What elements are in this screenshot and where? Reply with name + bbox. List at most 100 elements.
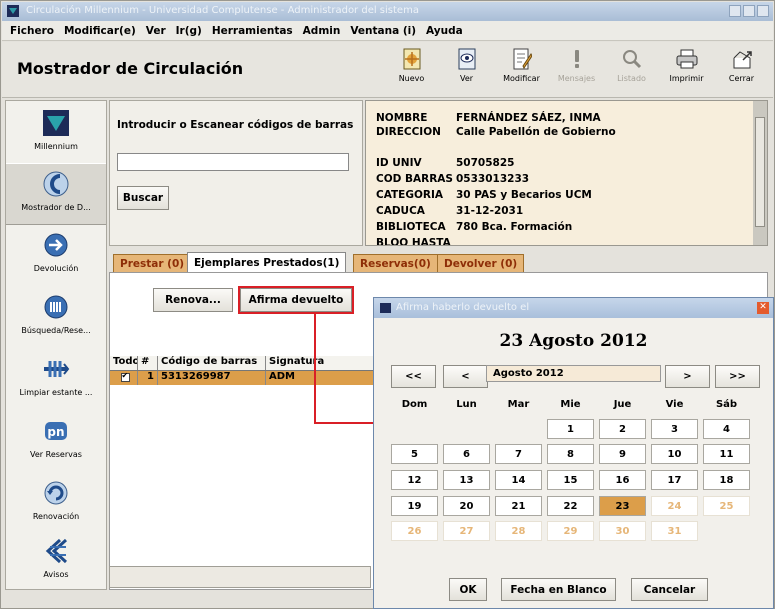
prev-month-button[interactable]: < — [443, 365, 488, 388]
calendar-day[interactable]: 19 — [391, 496, 438, 516]
sidebar-item-clear-shelf[interactable]: Limpiar estante ... — [6, 349, 106, 411]
close-window-button[interactable] — [757, 5, 769, 17]
next-month-button[interactable]: > — [665, 365, 710, 388]
prev-year-button[interactable]: << — [391, 365, 436, 388]
view-reserves-icon: pn — [42, 417, 70, 445]
patron-name: NOMBRE FERNÁNDEZ SÁEZ, INMA — [376, 112, 601, 124]
calendar-day[interactable]: 23 — [599, 496, 646, 516]
calendar-day[interactable]: 15 — [547, 470, 594, 490]
menu-herramientas[interactable]: Herramientas — [212, 25, 293, 37]
calendar-day[interactable]: 4 — [703, 419, 750, 439]
calendar-day[interactable]: 20 — [443, 496, 490, 516]
new-button[interactable]: Nuevo — [384, 47, 439, 93]
calendar-day[interactable]: 21 — [495, 496, 542, 516]
maximize-button[interactable] — [743, 5, 755, 17]
calendar-day[interactable]: 14 — [495, 470, 542, 490]
modify-button[interactable]: Modificar — [494, 47, 549, 93]
calendar-day[interactable]: 3 — [651, 419, 698, 439]
table-header: Todo # Código de barras Signatura — [110, 356, 376, 371]
dialog-close-button[interactable]: ✕ — [757, 302, 769, 314]
sidebar-item-notices[interactable]: Avisos — [6, 531, 106, 593]
calendar-day[interactable]: 8 — [547, 444, 594, 464]
calendar-day[interactable]: 31 — [651, 521, 698, 541]
tab-lend[interactable]: Prestar (0) — [113, 254, 192, 272]
dialog-title-bar: Afirma haberlo devuelto el ✕ — [374, 298, 773, 318]
svg-text:pn: pn — [47, 425, 64, 439]
col-all[interactable]: Todo — [110, 356, 138, 370]
millennium-logo-icon — [42, 109, 70, 137]
messages-button[interactable]: Mensajes — [549, 47, 604, 93]
calendar-day[interactable]: 30 — [599, 521, 646, 541]
calendar-day[interactable]: 29 — [547, 521, 594, 541]
calendar-day[interactable]: 1 — [547, 419, 594, 439]
sidebar-item-return[interactable]: Devolución — [6, 225, 106, 287]
sidebar-item-view-reserves[interactable]: pn Ver Reservas — [6, 411, 106, 473]
calendar-day[interactable]: 2 — [599, 419, 646, 439]
sidebar-item-circulation-desk[interactable]: Mostrador de D... — [6, 163, 106, 225]
patron-id: ID UNIV 50705825 — [376, 157, 515, 169]
renew-button[interactable]: Renova... — [153, 288, 233, 312]
minimize-button[interactable] — [729, 5, 741, 17]
patron-blocked-until: BLOQ HASTA — [376, 237, 451, 246]
calendar-day[interactable]: 27 — [443, 521, 490, 541]
print-icon — [676, 47, 698, 71]
weekday-header: Dom — [401, 399, 428, 410]
calendar-day[interactable]: 16 — [599, 470, 646, 490]
blank-date-button[interactable]: Fecha en Blanco — [501, 578, 616, 601]
row-checkbox-cell[interactable] — [110, 371, 138, 385]
new-icon — [401, 47, 423, 71]
calendar-day[interactable]: 28 — [495, 521, 542, 541]
ok-button[interactable]: OK — [449, 578, 487, 601]
calendar-day[interactable]: 22 — [547, 496, 594, 516]
patron-scrollbar[interactable] — [753, 101, 767, 245]
calendar-day[interactable]: 25 — [703, 496, 750, 516]
tab-reserves[interactable]: Reservas(0) — [353, 254, 438, 272]
calendar-day[interactable]: 17 — [651, 470, 698, 490]
calendar-day[interactable]: 24 — [651, 496, 698, 516]
calendar-day[interactable]: 26 — [391, 521, 438, 541]
calendar-day[interactable]: 12 — [391, 470, 438, 490]
calendar-day[interactable]: 9 — [599, 444, 646, 464]
sidebar-item-millennium[interactable]: Millennium — [6, 103, 106, 165]
print-button[interactable]: Imprimir — [659, 47, 714, 93]
calendar-day[interactable]: 7 — [495, 444, 542, 464]
cancel-button[interactable]: Cancelar — [631, 578, 708, 601]
list-button[interactable]: Listado — [604, 47, 659, 93]
weekday-header: Mar — [507, 399, 530, 410]
sidebar-item-search-reserve[interactable]: Búsqueda/Rese... — [6, 287, 106, 349]
menu-modificar[interactable]: Modificar(e) — [64, 25, 136, 37]
table-row[interactable]: 1 5313269987 ADM — [110, 371, 376, 385]
barcode-input[interactable] — [117, 153, 349, 171]
barcode-panel: Introducir o Escanear códigos de barras … — [109, 100, 363, 246]
row-checkbox[interactable] — [120, 371, 130, 382]
page-title: Mostrador de Circulación — [17, 59, 244, 78]
menu-fichero[interactable]: Fichero — [10, 25, 54, 37]
selected-date-display: 23 Agosto 2012 — [499, 331, 648, 351]
search-button[interactable]: Buscar — [117, 186, 169, 210]
annotation-connector-horizontal — [314, 422, 377, 424]
menu-ver[interactable]: Ver — [146, 25, 166, 37]
clear-shelf-icon — [42, 355, 70, 383]
tab-borrowed-items[interactable]: Ejemplares Prestados(1) — [187, 252, 347, 272]
calendar-day[interactable]: 10 — [651, 444, 698, 464]
app-icon — [7, 5, 19, 17]
menu-ir[interactable]: Ir(g) — [176, 25, 202, 37]
calendar-day[interactable]: 13 — [443, 470, 490, 490]
row-call-number: ADM — [266, 371, 376, 385]
view-button[interactable]: Ver — [439, 47, 494, 93]
menu-admin[interactable]: Admin — [303, 25, 341, 37]
calendar-day[interactable]: 18 — [703, 470, 750, 490]
menu-ventana[interactable]: Ventana (i) — [350, 25, 416, 37]
calendar-day[interactable]: 6 — [443, 444, 490, 464]
sidebar-item-renewal[interactable]: Renovación — [6, 473, 106, 535]
menu-ayuda[interactable]: Ayuda — [426, 25, 463, 37]
close-button[interactable]: Cerrar — [714, 47, 769, 93]
scroll-thumb[interactable] — [755, 117, 765, 227]
view-icon — [456, 47, 478, 71]
tab-return[interactable]: Devolver (0) — [437, 254, 525, 272]
calendar-day[interactable]: 11 — [703, 444, 750, 464]
window-title: Circulación Millennium - Universidad Com… — [26, 5, 419, 16]
next-year-button[interactable]: >> — [715, 365, 760, 388]
calendar-day[interactable]: 5 — [391, 444, 438, 464]
header: Mostrador de Circulación Nuevo Ver Modif… — [2, 42, 773, 98]
